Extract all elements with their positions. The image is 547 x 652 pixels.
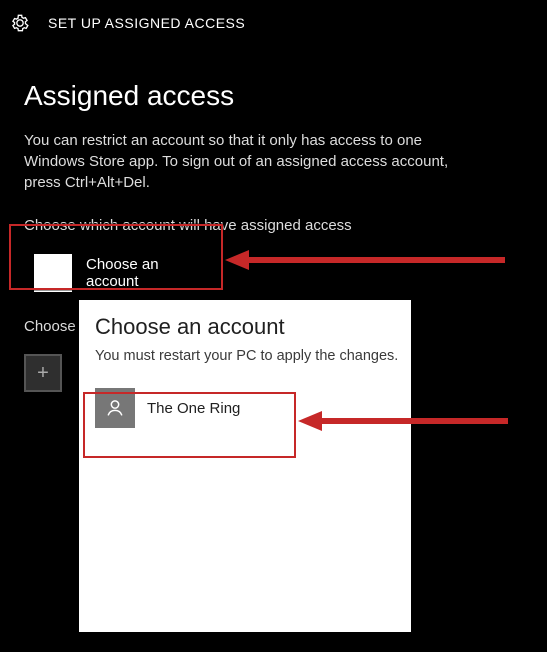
popup-title: Choose an account: [95, 314, 411, 340]
choose-account-button-label: Choose an account: [86, 256, 214, 290]
account-avatar-placeholder-icon: [34, 254, 72, 292]
page-title: Assigned access: [24, 80, 523, 112]
plus-icon: +: [37, 362, 49, 385]
choose-account-label: Choose which account will have assigned …: [24, 217, 523, 234]
titlebar: SET UP ASSIGNED ACCESS: [0, 0, 547, 46]
settings-gear-icon: [10, 13, 30, 33]
choose-app-label-truncated: Choose: [24, 318, 76, 335]
popup-subtitle: You must restart your PC to apply the ch…: [95, 348, 411, 364]
main-content: Assigned access You can restrict an acco…: [0, 46, 547, 302]
titlebar-text: SET UP ASSIGNED ACCESS: [48, 15, 245, 31]
choose-account-popup: Choose an account You must restart your …: [79, 300, 411, 632]
user-avatar-icon: [95, 388, 135, 428]
add-app-button[interactable]: +: [24, 354, 62, 392]
account-name: The One Ring: [147, 400, 240, 417]
page-description: You can restrict an account so that it o…: [24, 130, 484, 193]
account-list-item[interactable]: The One Ring: [79, 378, 411, 438]
choose-account-button[interactable]: Choose an account: [24, 244, 224, 302]
